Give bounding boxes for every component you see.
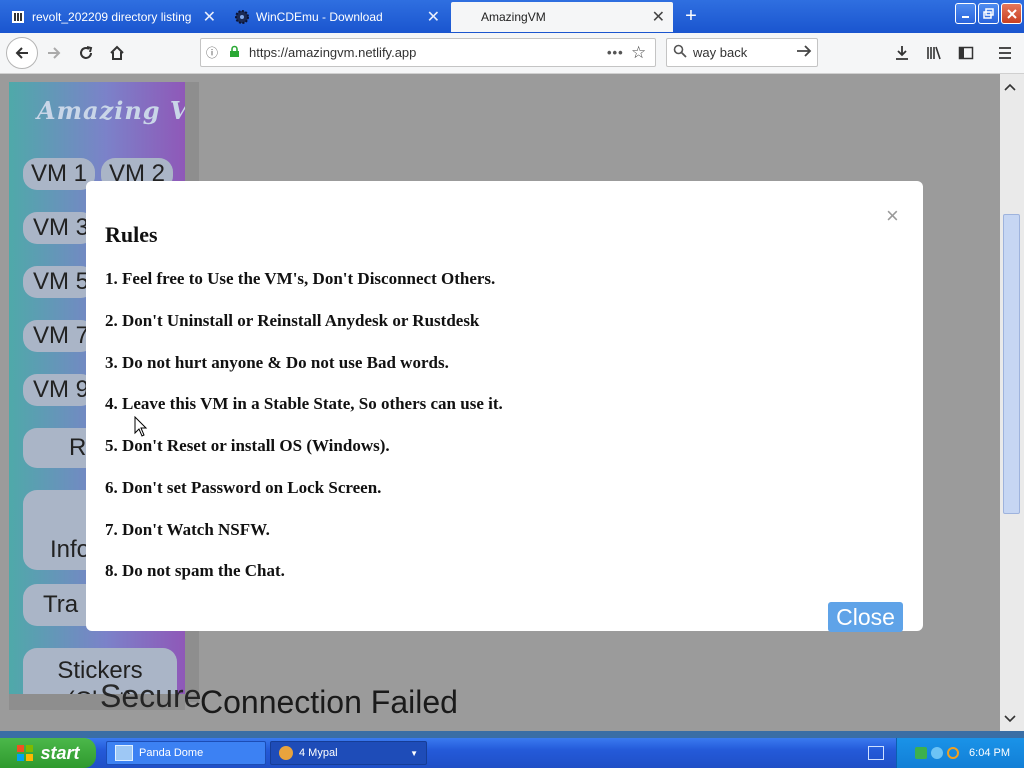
taskbar-item-panda-dome[interactable]: Panda Dome	[106, 741, 266, 765]
vm3-button[interactable]: VM 3	[23, 212, 95, 244]
mypal-icon	[279, 746, 293, 760]
reload-icon	[80, 46, 93, 59]
tab-wincdemu[interactable]: WinCDEmu - Download ✕	[226, 2, 448, 32]
tray-update-icon[interactable]	[931, 747, 944, 759]
home-icon	[110, 45, 124, 60]
close-window-button[interactable]	[1001, 3, 1022, 24]
taskbar-item-mypal[interactable]: 4 Mypal ▼	[270, 741, 427, 765]
archive-icon	[10, 9, 26, 25]
start-label: start	[40, 742, 80, 763]
system-tray: 6:04 PM	[896, 738, 1024, 768]
sidebar-logo: Amazing VM	[37, 96, 185, 125]
start-button[interactable]: start	[0, 738, 96, 768]
clock: 6:04 PM	[969, 747, 1010, 759]
taskbar-item-label: 4 Mypal	[299, 747, 338, 759]
home-button[interactable]	[103, 39, 131, 67]
taskbar-item-label: Panda Dome	[139, 747, 204, 759]
connection-failed-text: Secure Connection Failed	[100, 678, 458, 721]
hamburger-menu-icon	[999, 47, 1011, 59]
search-go-icon[interactable]	[791, 44, 817, 61]
mouse-cursor-icon	[134, 416, 148, 437]
navigation-toolbar: ⓘ https://amazingvm.netlify.app ••• ☆ wa…	[0, 33, 1024, 74]
downloads-button[interactable]	[888, 39, 916, 67]
restore-icon	[983, 8, 994, 19]
tray-search-icon[interactable]	[947, 747, 960, 759]
close-icon	[1006, 8, 1017, 19]
rules-modal: × Rules 1. Feel free to Use the VM's, Do…	[86, 181, 923, 632]
close-tab-icon[interactable]: ✕	[652, 7, 665, 27]
rule-item: 4. Leave this VM in a Stable State, So o…	[105, 394, 503, 413]
rule-item: 8. Do not spam the Chat.	[105, 561, 285, 580]
rule-item: 3. Do not hurt anyone & Do not use Bad w…	[105, 353, 449, 372]
keyboard-icon[interactable]	[868, 746, 884, 760]
close-button[interactable]: Close	[828, 602, 903, 632]
panda-icon	[115, 745, 133, 761]
tab-label: revolt_202209 directory listing	[32, 10, 192, 24]
scroll-up-icon	[1004, 83, 1016, 91]
library-icon	[927, 46, 941, 60]
arrow-right-icon	[48, 47, 61, 59]
rule-item: 2. Don't Uninstall or Reinstall Anydesk …	[105, 311, 480, 330]
scrollbar-thumb[interactable]	[1003, 214, 1020, 514]
close-tab-icon[interactable]: ✕	[203, 7, 216, 27]
back-button[interactable]	[6, 37, 38, 69]
new-tab-button[interactable]: +	[680, 5, 702, 28]
tab-revolt-directory[interactable]: revolt_202209 directory listing ✕	[2, 2, 224, 32]
tab-amazingvm[interactable]: AmazingVM ✕	[451, 2, 673, 32]
lock-icon	[223, 45, 245, 61]
scroll-down-icon	[1004, 715, 1016, 723]
forward-button[interactable]	[40, 39, 68, 67]
windows-taskbar: start Panda Dome 4 Mypal ▼ 6:04 PM	[0, 738, 1024, 768]
reload-button[interactable]	[72, 39, 100, 67]
browser-tab-bar: revolt_202209 directory listing ✕ WinCDE…	[0, 0, 1024, 33]
page-actions-icon[interactable]: •••	[607, 45, 631, 60]
download-icon	[896, 46, 908, 60]
tray-network-icon[interactable]	[915, 747, 928, 759]
menu-button[interactable]	[991, 39, 1019, 67]
sidebar-icon	[958, 46, 974, 60]
arrow-left-icon	[15, 47, 28, 59]
rule-item: 7. Don't Watch NSFW.	[105, 520, 270, 539]
tab-label: AmazingVM	[481, 10, 546, 24]
connection-failed-label: Connection Failed	[200, 684, 458, 720]
modal-title: Rules	[105, 222, 158, 247]
vm1-button[interactable]: VM 1	[23, 158, 95, 190]
minimize-button[interactable]	[955, 3, 976, 24]
info-icon[interactable]: ⓘ	[201, 44, 223, 61]
search-bar[interactable]: way back	[666, 38, 818, 67]
partial-secure-text: Secure	[100, 678, 202, 714]
url-bar[interactable]: ⓘ https://amazingvm.netlify.app ••• ☆	[200, 38, 656, 67]
gear-icon	[234, 9, 250, 25]
minimize-icon	[961, 15, 969, 18]
tab-label: WinCDEmu - Download	[256, 10, 383, 24]
windows-logo-icon	[17, 745, 34, 761]
maximize-button[interactable]	[978, 3, 999, 24]
vm9-button[interactable]: VM 9	[23, 374, 95, 406]
close-icon[interactable]: ×	[886, 205, 899, 227]
rule-item: 5. Don't Reset or install OS (Windows).	[105, 436, 390, 455]
rule-item: 6. Don't set Password on Lock Screen.	[105, 478, 382, 497]
vm5-button[interactable]: VM 5	[23, 266, 95, 298]
library-button[interactable]	[920, 39, 948, 67]
url-text: https://amazingvm.netlify.app	[249, 45, 417, 60]
search-input[interactable]: way back	[693, 45, 791, 60]
bookmark-star-icon[interactable]: ☆	[631, 43, 655, 63]
page-scrollbar[interactable]	[1000, 74, 1024, 731]
rule-item: 1. Feel free to Use the VM's, Don't Disc…	[105, 269, 496, 288]
close-tab-icon[interactable]: ✕	[427, 7, 440, 27]
search-icon	[667, 44, 693, 61]
vm7-button[interactable]: VM 7	[23, 320, 95, 352]
chevron-down-icon: ▼	[410, 748, 418, 758]
sidebar-toggle-button[interactable]	[952, 39, 980, 67]
